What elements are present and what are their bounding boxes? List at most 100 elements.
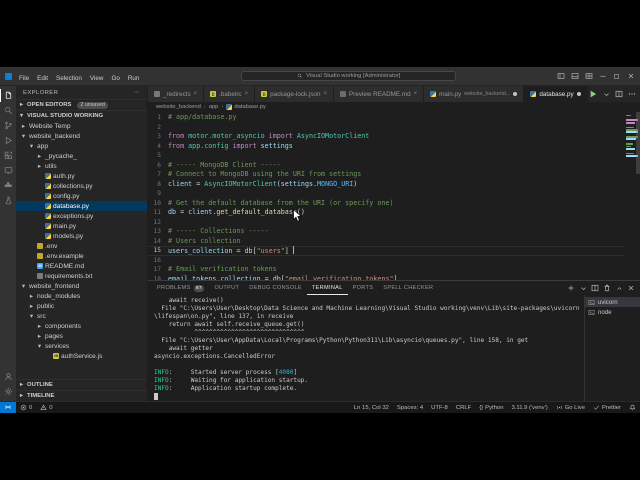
tab-database-py[interactable]: database.py — [524, 86, 588, 102]
tree-item-config-py[interactable]: config.py — [16, 191, 147, 201]
tab--redirects[interactable]: _redirects × — [148, 86, 205, 102]
panel-tab-spell-checker[interactable]: SPELL CHECKER — [378, 281, 438, 295]
tree-item-auth-py[interactable]: auth.py — [16, 171, 147, 181]
code-line-1[interactable]: 1 # app/database.py — [148, 113, 624, 123]
indentation[interactable]: Spaces: 4 — [393, 405, 427, 411]
tree-item-collections-py[interactable]: collections.py — [16, 181, 147, 191]
breadcrumb-item[interactable]: database.py — [226, 104, 266, 110]
go-live[interactable]: Go Live — [552, 404, 589, 411]
tree-item-readme-md[interactable]: M README.md — [16, 261, 147, 271]
terminal-instance-node[interactable]: node — [585, 307, 640, 317]
tree-item-components[interactable]: ▸ components — [16, 321, 147, 331]
eol[interactable]: CRLF — [452, 405, 475, 411]
panel-tab-debug-console[interactable]: DEBUG CONSOLE — [244, 281, 307, 295]
tab--babelrc[interactable]: {} .babelrc × — [204, 86, 256, 102]
views-more-icon[interactable]: ⋯ — [134, 90, 140, 96]
tree-item-database-py[interactable]: database.py — [16, 201, 147, 211]
menu-selection[interactable]: Selection — [52, 75, 86, 82]
code-line-3[interactable]: 3 from motor.motor_asyncio import AsyncIO… — [148, 132, 624, 142]
language-mode[interactable]: {} Python — [475, 405, 507, 411]
panel-tab-problems[interactable]: PROBLEMS 67 — [152, 281, 209, 295]
terminal-output[interactable]: await receive() File "C:\Users\User\Desk… — [148, 295, 584, 401]
tree-item--pycache-[interactable]: ▸ _pycache_ — [16, 151, 147, 161]
activity-settings[interactable] — [0, 384, 16, 399]
activity-run-debug[interactable] — [0, 133, 16, 148]
code-line-8[interactable]: 8 client = AsyncIOMotorClient(settings.MO… — [148, 180, 624, 190]
code-line-4[interactable]: 4 from app.config import settings — [148, 142, 624, 152]
tree-item--env-example[interactable]: .env.example — [16, 251, 147, 261]
maximize-button[interactable] — [610, 70, 623, 82]
tree-item-services[interactable]: ▾ services — [16, 341, 147, 351]
tree-item-src[interactable]: ▾ src — [16, 311, 147, 321]
command-center[interactable]: Visual Studio working [Administrator] — [241, 71, 457, 81]
breadcrumb-item[interactable]: app — [209, 104, 219, 110]
tree-item-node-modules[interactable]: ▸ node_modules — [16, 291, 147, 301]
panel-tab-terminal[interactable]: TERMINAL — [307, 281, 348, 295]
toggle-panel-button[interactable] — [568, 70, 581, 82]
menu-file[interactable]: File — [15, 75, 33, 82]
code-line-14[interactable]: 14 # Users collection — [148, 237, 624, 247]
tree-item-app[interactable]: ▾ app — [16, 141, 147, 151]
toggle-sidebar-button[interactable] — [554, 70, 567, 82]
code-line-17[interactable]: 17 # Email verification tokens — [148, 265, 624, 275]
tree-item-utils[interactable]: ▸ utils — [16, 161, 147, 171]
code-line-12[interactable]: 12 — [148, 218, 624, 228]
activity-testing[interactable] — [0, 193, 16, 208]
tree-item-pages[interactable]: ▸ pages — [16, 331, 147, 341]
run-python-file-button[interactable] — [588, 88, 599, 100]
code-line-13[interactable]: 13 # ----- Collections ----- — [148, 227, 624, 237]
activity-extensions[interactable] — [0, 148, 16, 163]
tree-item-public[interactable]: ▸ public — [16, 301, 147, 311]
terminal-dropdown-button[interactable] — [578, 282, 588, 294]
tab-close-icon[interactable]: × — [324, 91, 328, 97]
timeline-section[interactable]: ▸ TIMELINE — [16, 390, 147, 401]
code-line-7[interactable]: 7 # Connect to MongoDB using the URI from… — [148, 170, 624, 180]
notifications[interactable] — [625, 404, 640, 411]
activity-accounts[interactable] — [0, 369, 16, 384]
menu-view[interactable]: View — [86, 75, 108, 82]
code-line-18[interactable]: 18 email_tokens_collection = db["email_ve… — [148, 275, 624, 281]
tab-close-icon[interactable]: × — [414, 91, 418, 97]
tree-item-website-backend[interactable]: ▾ website_backend — [16, 131, 147, 141]
tree-item-website-frontend[interactable]: ▾ website_frontend — [16, 281, 147, 291]
menu-go[interactable]: Go — [107, 75, 123, 82]
new-terminal-button[interactable] — [566, 282, 576, 294]
tab-package-lock-json[interactable]: {} package-lock.json × — [255, 86, 335, 102]
close-window-button[interactable] — [624, 70, 637, 82]
problems-warnings[interactable]: 0 — [36, 404, 56, 411]
code-line-15[interactable]: 15 users_collection = db["users"] — [148, 246, 624, 256]
tree-item--env[interactable]: .env — [16, 241, 147, 251]
terminal-instance-uvicorn[interactable]: uvicorn — [585, 297, 640, 307]
workspace-root[interactable]: ▾ VISUAL STUDIO WORKING — [16, 110, 147, 121]
customize-layout-button[interactable] — [582, 70, 595, 82]
breadcrumb-item[interactable]: website_backend — [156, 104, 201, 110]
kill-terminal-button[interactable] — [602, 282, 612, 294]
maximize-panel-button[interactable] — [614, 282, 624, 294]
code-line-2[interactable]: 2 — [148, 123, 624, 133]
code-line-6[interactable]: 6 # ----- MongoDB Client ----- — [148, 161, 624, 171]
tab-main-py[interactable]: main.py website_backend... — [424, 86, 525, 102]
cursor-position[interactable]: Ln 15, Col 32 — [350, 405, 393, 411]
menu-run[interactable]: Run — [124, 75, 144, 82]
open-editors-section[interactable]: ▸ OPEN EDITORS 2 unsaved — [16, 99, 147, 110]
tab-close-icon[interactable]: × — [194, 91, 198, 97]
code-line-11[interactable]: 11 db = client.get_default_database() — [148, 208, 624, 218]
remote-indicator[interactable]: >< — [0, 402, 16, 413]
activity-remote-explorer[interactable] — [0, 163, 16, 178]
tab-preview-readme-md[interactable]: Preview README.md × — [334, 86, 425, 102]
activity-docker[interactable] — [0, 178, 16, 193]
code-line-10[interactable]: 10 # Get the default database from the UR… — [148, 199, 624, 209]
outline-section[interactable]: ▸ OUTLINE — [16, 379, 147, 390]
split-terminal-button[interactable] — [590, 282, 600, 294]
panel-tab-output[interactable]: OUTPUT — [209, 281, 244, 295]
python-interpreter[interactable]: 3.11.9 ('venv') — [507, 405, 551, 411]
prettier[interactable]: Prettier — [589, 404, 625, 411]
tab-close-icon[interactable]: × — [245, 91, 249, 97]
tree-item-exceptions-py[interactable]: exceptions.py — [16, 211, 147, 221]
menu-edit[interactable]: Edit — [33, 75, 52, 82]
split-editor-button[interactable] — [614, 88, 625, 100]
encoding[interactable]: UTF-8 — [427, 405, 452, 411]
tree-item-main-py[interactable]: main.py — [16, 221, 147, 231]
activity-source-control[interactable] — [0, 118, 16, 133]
tree-item-website-temp[interactable]: ▸ Website Temp — [16, 121, 147, 131]
